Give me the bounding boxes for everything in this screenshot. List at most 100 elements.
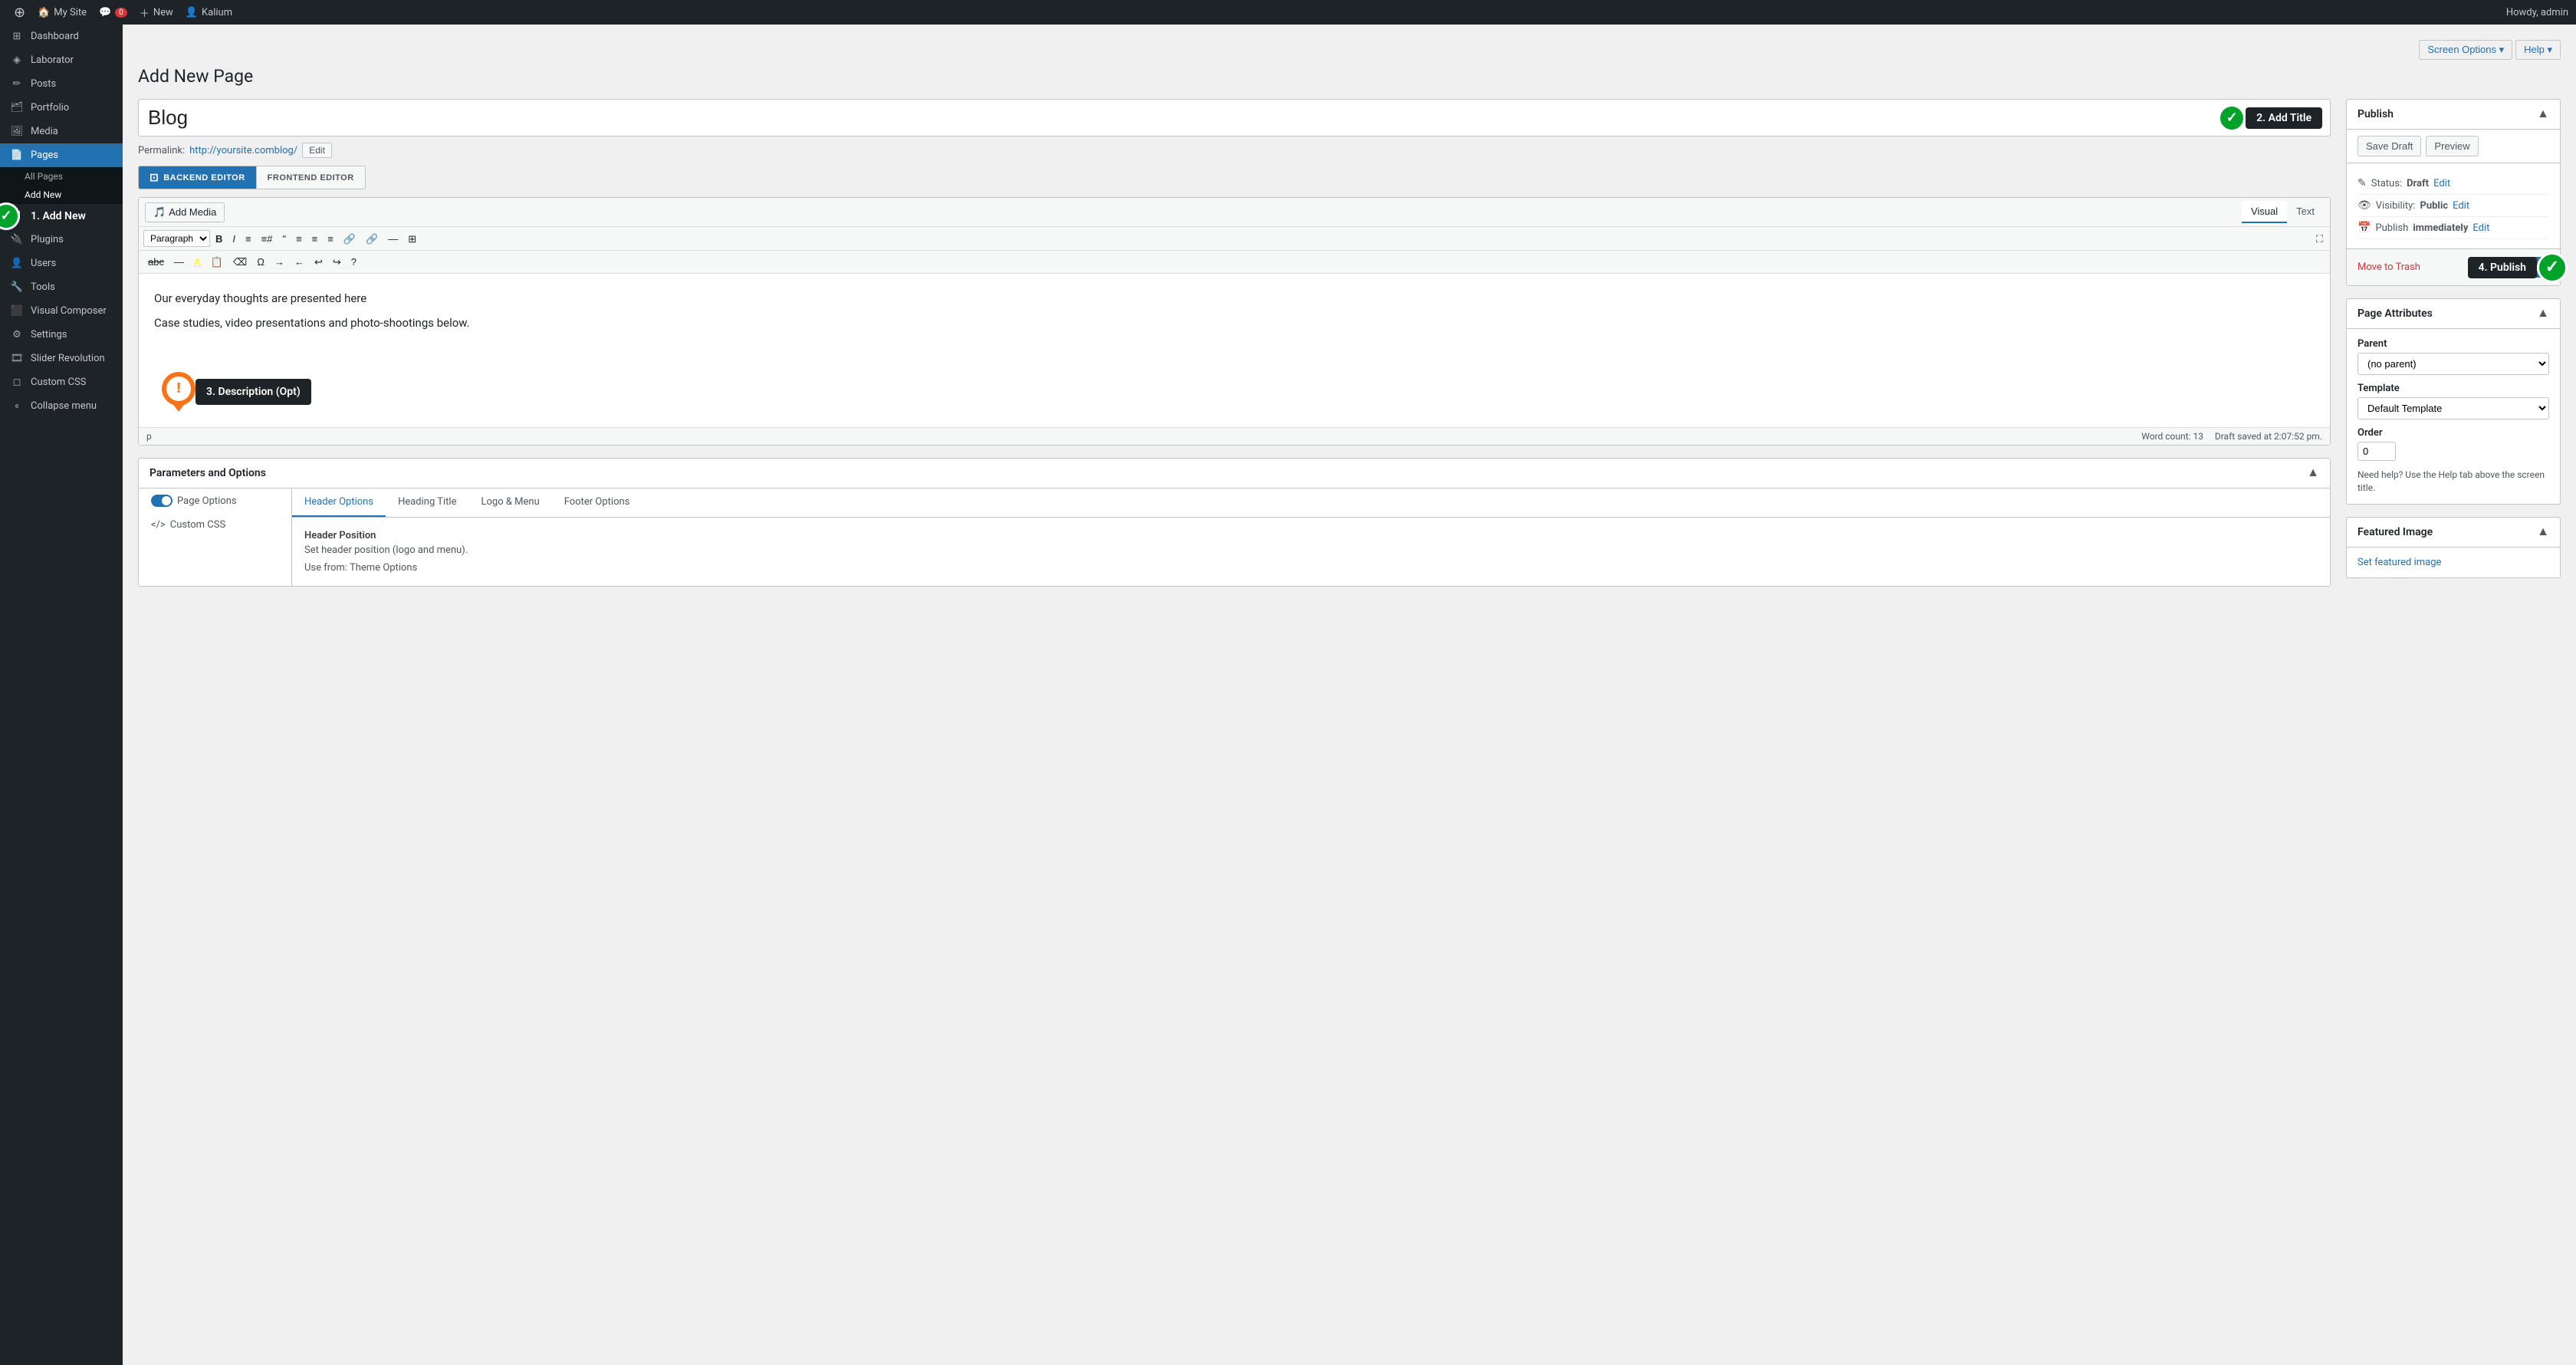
paragraph-format-select[interactable]: Paragraph — [143, 230, 210, 247]
menu-item-slider-revolution[interactable]: 🎞 Slider Revolution — [0, 347, 123, 370]
comments-link[interactable]: 💬 0 — [93, 0, 133, 25]
parent-select[interactable]: (no parent) — [2358, 353, 2549, 375]
new-content-link[interactable]: ＋ New — [133, 0, 179, 25]
params-custom-css[interactable]: </> Custom CSS — [139, 513, 291, 537]
permalink-bar: Permalink: http://yoursite.comblog/ Edit — [138, 143, 2331, 158]
menu-item-media[interactable]: 🖼 Media — [0, 120, 123, 143]
menu-item-plugins[interactable]: 🔌 Plugins — [0, 228, 123, 252]
tab-footer-options[interactable]: Footer Options — [552, 488, 642, 517]
params-toggle-button[interactable]: ▲ — [2307, 466, 2319, 480]
params-header[interactable]: Parameters and Options ▲ — [139, 459, 2330, 488]
template-select[interactable]: Default Template — [2358, 397, 2549, 419]
redo-button[interactable]: ↪ — [328, 254, 346, 270]
special-chars-button[interactable]: Ω — [252, 254, 269, 270]
publish-save-preview: Save Draft Preview — [2347, 130, 2560, 163]
align-right-button[interactable]: ≡ — [323, 231, 338, 247]
visual-tab[interactable]: Visual — [2242, 201, 2287, 223]
permalink-edit-button[interactable]: Edit — [302, 143, 332, 158]
publish-box-header[interactable]: Publish ▲ — [2347, 100, 2560, 130]
unlink-button[interactable]: 🔗 — [361, 231, 383, 247]
menu-label-dashboard: Dashboard — [31, 31, 79, 42]
site-name-link[interactable]: 🏠 My Site — [31, 0, 93, 25]
status-tag: p — [146, 431, 152, 442]
step2-label: 2. Add Title — [2246, 107, 2322, 129]
unordered-list-button[interactable]: ≡ — [241, 231, 256, 247]
params-page-options[interactable]: Page Options — [139, 488, 291, 513]
text-tab[interactable]: Text — [2287, 201, 2324, 223]
order-input[interactable] — [2358, 442, 2396, 461]
menu-label-tools: Tools — [31, 281, 55, 293]
kalium-label: Kalium — [202, 7, 232, 18]
insert-more-button[interactable]: — — [383, 231, 402, 247]
page-attributes-header[interactable]: Page Attributes ▲ — [2347, 299, 2560, 329]
publish-time-edit-link[interactable]: Edit — [2472, 222, 2489, 234]
ordered-list-button[interactable]: ≡# — [257, 231, 278, 247]
tab-heading-title[interactable]: Heading Title — [386, 488, 468, 517]
page-attributes-content: Parent (no parent) Template Default Temp… — [2347, 329, 2560, 504]
clear-format-button[interactable]: ⌫ — [228, 254, 251, 270]
permalink-url[interactable]: http://yoursite.comblog/ — [189, 145, 297, 156]
status-label: Status: — [2371, 178, 2402, 189]
featured-image-header[interactable]: Featured Image ▲ — [2347, 518, 2560, 548]
bold-button[interactable]: B — [211, 231, 227, 247]
menu-item-tools[interactable]: 🔧 Tools — [0, 275, 123, 299]
menu-item-laborator[interactable]: ◈ Laborator — [0, 48, 123, 72]
screen-options-button[interactable]: Screen Options ▾ — [2419, 40, 2512, 60]
tab-logo-menu[interactable]: Logo & Menu — [468, 488, 551, 517]
wp-logo-link[interactable]: ⊕ — [8, 0, 31, 25]
link-button[interactable]: 🔗 — [339, 231, 360, 247]
menu-item-dashboard[interactable]: ⊞ Dashboard — [0, 25, 123, 48]
table-button[interactable]: ⊞ — [403, 231, 421, 247]
italic-button[interactable]: I — [228, 231, 240, 247]
text-color-button[interactable]: A — [189, 254, 205, 270]
paste-text-button[interactable]: 📋 — [206, 254, 228, 270]
menu-item-posts[interactable]: ✏ Posts — [0, 72, 123, 96]
fullscreen-button[interactable]: ⛶ — [2314, 232, 2325, 246]
align-left-button[interactable]: ≡ — [291, 231, 307, 247]
menu-item-portfolio[interactable]: 🗂 Portfolio — [0, 96, 123, 120]
strikethrough-button[interactable]: abc — [143, 254, 169, 270]
page-attributes-toggle[interactable]: ▲ — [2537, 307, 2549, 321]
backend-editor-button[interactable]: ⊡ BACKEND EDITOR — [138, 166, 257, 189]
blockquote-button[interactable]: " — [278, 231, 291, 247]
add-new-label: Add New — [25, 189, 61, 200]
add-media-button[interactable]: 🎵 Add Media — [145, 202, 225, 222]
menu-item-collapse[interactable]: « Collapse menu — [0, 394, 123, 418]
keyboard-help-button[interactable]: ? — [347, 254, 361, 270]
menu-item-pages[interactable]: 📄 Pages — [0, 143, 123, 167]
indent-button[interactable]: → — [270, 254, 289, 270]
move-to-trash-link[interactable]: Move to Trash — [2358, 261, 2420, 273]
menu-item-settings[interactable]: ⚙ Settings — [0, 323, 123, 347]
tab-header-options[interactable]: Header Options — [292, 488, 386, 517]
params-left-panel: Page Options </> Custom CSS — [139, 488, 292, 586]
menu-item-visual-composer[interactable]: ⬛ Visual Composer — [0, 299, 123, 323]
kalium-link[interactable]: 👤 Kalium — [179, 0, 238, 25]
tools-icon: 🔧 — [9, 281, 25, 293]
menu-item-users[interactable]: 👤 Users — [0, 252, 123, 275]
hr-button[interactable]: — — [169, 254, 189, 270]
editor-body[interactable]: Our everyday thoughts are presented here… — [139, 274, 2330, 427]
submenu-add-new[interactable]: Add New — [0, 186, 123, 204]
outdent-button[interactable]: ← — [290, 254, 309, 270]
draft-saved: Draft saved at 2:07:52 pm. — [2215, 431, 2322, 442]
menu-item-custom-css[interactable]: ◻ Custom CSS — [0, 370, 123, 394]
save-draft-button[interactable]: Save Draft — [2358, 136, 2421, 156]
user-icon: 👤 — [186, 7, 198, 18]
post-title-input[interactable] — [148, 106, 2321, 130]
preview-button[interactable]: Preview — [2426, 136, 2478, 156]
menu-label-media: Media — [31, 126, 58, 137]
visibility-edit-link[interactable]: Edit — [2453, 200, 2469, 212]
help-button[interactable]: Help ▾ — [2515, 40, 2561, 60]
align-center-button[interactable]: ≡ — [307, 231, 323, 247]
publish-toggle-button[interactable]: ▲ — [2537, 107, 2549, 121]
featured-image-toggle[interactable]: ▲ — [2537, 525, 2549, 539]
undo-button[interactable]: ↩ — [310, 254, 327, 270]
edit-page-layout: ✓ 2. Add Title Permalink: http://yoursit… — [138, 99, 2561, 590]
menu-item-comments[interactable]: 💬 Comments ✓ 1. Add New — [0, 204, 123, 228]
set-featured-image-link[interactable]: Set featured image — [2358, 557, 2441, 568]
portfolio-icon: 🗂 — [9, 102, 25, 113]
submenu-all-pages[interactable]: All Pages — [0, 167, 123, 186]
frontend-editor-button[interactable]: FRONTEND EDITOR — [257, 166, 366, 189]
content-line1: Our everyday thoughts are presented here — [154, 289, 2315, 308]
status-edit-link[interactable]: Edit — [2433, 178, 2450, 189]
